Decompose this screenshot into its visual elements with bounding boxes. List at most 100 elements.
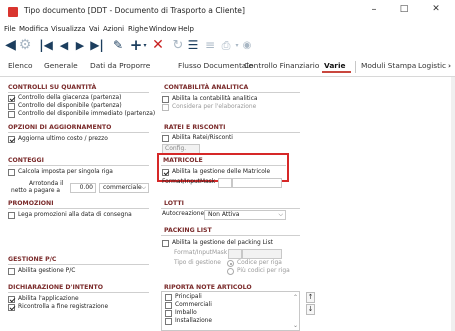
edit-icon[interactable]: ✎ xyxy=(111,37,125,54)
tab-flusso-documentale[interactable]: Flusso Documentale xyxy=(178,61,253,70)
section-divider xyxy=(8,132,149,133)
matricole-format-input[interactable] xyxy=(218,178,232,188)
add-dropdown-icon[interactable]: ▾ xyxy=(142,37,148,54)
checkbox-note-commerciali[interactable] xyxy=(165,302,172,309)
tab-separator xyxy=(355,61,356,73)
checkbox-aggiorna-costo[interactable] xyxy=(8,136,15,143)
checkbox-calcola-imposta[interactable] xyxy=(8,169,15,176)
section-divider xyxy=(161,208,300,209)
checkbox-controllo-disponibile[interactable] xyxy=(8,103,15,110)
section-matricole: MATRICOLE xyxy=(163,157,203,164)
checkbox-contabilita-analitica[interactable] xyxy=(162,96,169,103)
menu-window[interactable]: Window xyxy=(149,25,177,33)
app-icon xyxy=(8,7,18,17)
refresh-icon[interactable]: ↻ xyxy=(171,37,185,54)
maximize-button[interactable]: □ xyxy=(394,4,414,14)
section-dichiarazione-intento: DICHIARAZIONE D'INTENTO xyxy=(8,284,104,291)
radio-codice-per-riga[interactable] xyxy=(227,260,234,267)
options-dropdown-icon[interactable]: ▾ xyxy=(234,37,240,54)
menu-file[interactable]: File xyxy=(4,25,16,33)
section-ratei-risconti: RATEI E RISCONTI xyxy=(164,124,226,131)
menu-vai[interactable]: Vai xyxy=(89,25,99,33)
menu-modifica[interactable]: Modifica xyxy=(19,25,48,33)
delete-icon[interactable]: ✕ xyxy=(151,37,165,54)
scroll-up-icon[interactable]: ⌃ xyxy=(293,294,298,301)
minimize-button[interactable]: – xyxy=(364,4,384,15)
section-divider xyxy=(161,132,300,133)
packing-format-input[interactable] xyxy=(228,249,242,259)
menu-azioni[interactable]: Azioni xyxy=(103,25,124,33)
matricole-mask-input[interactable] xyxy=(232,178,282,188)
section-divider xyxy=(161,92,300,93)
previous-record-icon[interactable]: ◀ xyxy=(58,37,70,54)
tab-varie[interactable]: Varie xyxy=(324,61,346,70)
checkbox-lega-promozioni[interactable] xyxy=(8,212,15,219)
arrotonda-mode-select[interactable]: commerciale ⌵ xyxy=(99,183,149,193)
label-netto-a-pagare: netto a pagare a xyxy=(11,188,61,194)
note-articolo-list[interactable]: Principali Commerciali Imballo Installaz… xyxy=(161,291,300,331)
scroll-down-icon[interactable]: ⌄ xyxy=(293,322,298,329)
checkbox-note-imballo[interactable] xyxy=(165,310,172,317)
print-icon[interactable]: ⎙ xyxy=(218,37,234,54)
label-note-installazione: Installazione xyxy=(175,318,213,324)
tab-dati-da-proporre[interactable]: Dati da Proporre xyxy=(90,61,150,70)
add-icon[interactable]: + xyxy=(129,37,143,54)
checkbox-ratei-risconti[interactable] xyxy=(162,135,169,142)
section-opzioni-aggiornamento: OPZIONI DI AGGIORNAMENTO xyxy=(8,124,112,131)
checkbox-note-principali[interactable] xyxy=(165,294,172,301)
checkbox-considera-elaborazione[interactable] xyxy=(162,104,169,111)
tab-generale[interactable]: Generale xyxy=(44,61,78,70)
move-up-button[interactable]: ↑ xyxy=(306,292,315,303)
checkbox-gestione-matricole[interactable] xyxy=(162,169,169,176)
menu-help[interactable]: Help xyxy=(178,25,194,33)
filter-icon[interactable]: ☰ xyxy=(186,37,200,54)
section-divider xyxy=(8,92,149,93)
menu-bar: File Modifica Visualizza Vai Azioni Righ… xyxy=(0,24,455,36)
back-icon[interactable]: ◀ xyxy=(3,37,18,54)
checkbox-note-installazione[interactable] xyxy=(165,318,172,325)
packing-mask-input[interactable] xyxy=(242,249,282,259)
forward-icon[interactable]: ⚙ xyxy=(17,37,33,54)
label-codice-per-riga: Codice per riga xyxy=(237,260,282,266)
application-window: Tipo documento [DDT - Documento di Trasp… xyxy=(0,0,455,331)
label-considera-elaborazione: Considera per l'elaborazione xyxy=(172,104,257,110)
settings-icon[interactable]: ◉ xyxy=(242,37,252,54)
checkbox-ricontrolla[interactable] xyxy=(8,304,15,311)
radio-piu-codici[interactable] xyxy=(227,268,234,275)
close-button[interactable]: ✕ xyxy=(426,4,446,14)
label-arrotonda: Arrotonda il xyxy=(29,181,64,187)
label-packing-format: Format/InputMask xyxy=(174,250,228,256)
tab-logistic[interactable]: Logistic xyxy=(418,61,446,70)
label-ricontrolla: Ricontrolla a fine registrazione xyxy=(18,304,109,310)
section-contabilita-analitica: CONTABILITÀ ANALITICA xyxy=(164,84,249,91)
tab-overflow-icon[interactable]: › xyxy=(448,61,451,70)
list-icon[interactable]: ≡ xyxy=(203,37,217,54)
checkbox-controllo-giacenza[interactable] xyxy=(8,95,15,102)
next-record-icon[interactable]: ▶ xyxy=(74,37,86,54)
label-abilita-applicazione: Abilita l'applicazione xyxy=(18,296,79,302)
tab-elenco[interactable]: Elenco xyxy=(8,61,33,70)
checkbox-disponibile-immediato[interactable] xyxy=(8,111,15,118)
last-record-icon[interactable]: ▶| xyxy=(89,37,105,54)
arrotonda-value-input[interactable]: 0.00 xyxy=(70,183,96,193)
tab-moduli-stampa[interactable]: Moduli Stampa xyxy=(361,61,416,70)
menu-visualizza[interactable]: Visualizza xyxy=(51,25,85,33)
label-controllo-disponibile: Controllo del disponibile (partenza) xyxy=(18,103,122,109)
label-ratei-risconti: Abilita Ratei/Risconti xyxy=(172,135,233,141)
section-controlli-quantita: CONTROLLI SU QUANTITÀ xyxy=(8,84,97,91)
checkbox-abilita-applicazione[interactable] xyxy=(8,296,15,303)
checkbox-gestione-pc[interactable] xyxy=(8,268,15,275)
label-lega-promozioni: Lega promozioni alla data di consegna xyxy=(18,212,132,218)
tab-controllo-finanziario[interactable]: Controllo Finanziario xyxy=(244,61,319,70)
menu-righe[interactable]: Righe xyxy=(128,25,148,33)
autocreazione-select[interactable]: Non Attiva ⌵ xyxy=(204,210,286,220)
chevron-down-icon: ⌵ xyxy=(278,211,283,218)
checkbox-packing-list[interactable] xyxy=(162,240,169,247)
section-conteggi: CONTEGGI xyxy=(8,157,44,164)
label-autocreazione: Autocreazione xyxy=(162,211,205,217)
move-down-button[interactable]: ↓ xyxy=(306,304,315,315)
vertical-scrollbar[interactable] xyxy=(451,77,455,331)
first-record-icon[interactable]: |◀ xyxy=(38,37,54,54)
label-piu-codici: Più codici per riga xyxy=(237,268,290,274)
section-packing-list: PACKING LIST xyxy=(164,227,212,234)
